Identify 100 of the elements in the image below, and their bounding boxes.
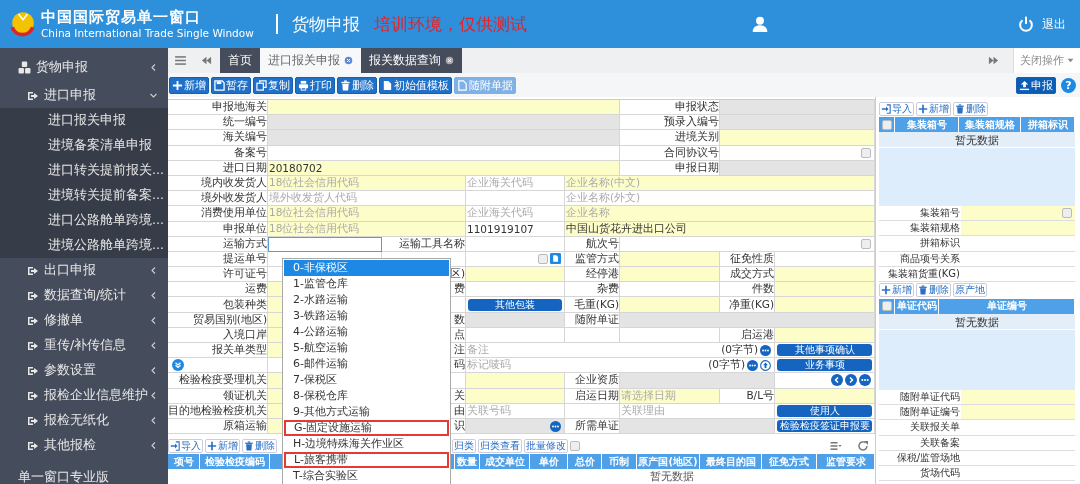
sign-in-icon [27,339,39,352]
tab[interactable]: 报关数据查询 [361,48,462,73]
toolbar-button[interactable]: 原产地 [953,283,987,298]
input-field[interactable] [620,267,720,283]
refresh-icon[interactable] [857,439,869,452]
input-field[interactable] [268,115,620,131]
input-field[interactable] [961,206,1075,221]
sidebar-item[interactable]: 进口申报 [0,83,168,108]
more-icon[interactable] [747,359,758,371]
sidebar-item[interactable]: 进口报关申报 [0,108,168,133]
close-operations-dropdown[interactable]: 关闭操作 [1013,48,1080,73]
checkbox[interactable] [861,238,871,249]
double-left-icon[interactable] [201,55,212,66]
toolbar-button[interactable]: 复制 [253,76,293,94]
toolbar-button[interactable]: 归类查看 [478,438,522,453]
sidebar-item[interactable]: 单一窗口专业版 [0,461,168,484]
input-field[interactable] [466,373,565,389]
dropdown-option[interactable]: H-边境特殊海关作业区 [284,436,449,452]
toolbar-button[interactable]: 删除 [337,76,377,94]
input-field[interactable] [775,267,875,283]
sidebar-item[interactable]: 修撤单 [0,308,168,333]
menu-icon[interactable] [174,54,187,67]
toolbar-button[interactable]: 新增 [205,438,240,453]
checkbox[interactable] [1062,208,1072,219]
input-field[interactable] [775,282,875,298]
sidebar-item[interactable]: 重传/补传信息 [0,333,168,358]
next-icon[interactable] [845,374,857,387]
expand-icon[interactable] [172,359,184,372]
help-button[interactable]: ? [1061,77,1076,93]
sidebar-item[interactable]: 货物申报 [0,51,168,83]
input-field[interactable] [466,267,565,283]
toolbar-button[interactable]: 导入 [879,101,914,116]
toolbar-button[interactable]: 打印 [295,76,335,94]
form-button[interactable]: 其他事项确认 [777,344,872,357]
toolbar-button[interactable]: 新增 [169,76,209,94]
sidebar-item[interactable]: 出口申报 [0,258,168,283]
logout-button[interactable]: 退出 [1018,15,1066,33]
input-field[interactable] [466,282,565,298]
more-icon[interactable] [550,420,561,432]
submit-button[interactable]: 申报 [1016,76,1056,94]
app-subtitle: China International Trade Single Window [41,27,254,40]
dropdown-option[interactable]: G-固定设施运输 [284,420,449,436]
input-field[interactable] [720,100,875,116]
tab[interactable]: 进口报关申报 [260,48,361,73]
toolbar-button[interactable]: 新增 [879,283,914,298]
dropdown-option[interactable]: T-综合实验区 [284,468,449,484]
sidebar-item[interactable]: 报检无纸化 [0,408,168,433]
form-button[interactable]: 使用人 [777,404,872,417]
toolbar-button[interactable]: 删除 [953,101,988,116]
input-field[interactable] [961,405,1075,420]
input-field[interactable] [620,282,720,298]
checkbox[interactable] [538,253,548,264]
form-button[interactable]: 检验检疫签证申报要 [777,420,872,433]
input-field[interactable] [620,297,720,313]
input-field[interactable] [620,373,775,389]
field-label: 货场代码 [919,465,961,480]
toolbar-button[interactable]: 初始值模板 [379,76,452,94]
dropdown-option[interactable]: L-旅客携带 [284,452,449,468]
input-field[interactable] [268,100,620,116]
dropdown-option[interactable]: 7-保税区 [284,372,449,388]
toolbar-button[interactable]: 新增 [916,101,951,116]
tab[interactable]: 首页 [220,48,260,73]
input-field[interactable] [720,115,875,131]
toolbar-button[interactable]: 删除 [242,438,277,453]
sidebar-item[interactable]: 进境公路舱单跨境... [0,233,168,258]
input-field[interactable]: 备注 (0字节) [466,343,775,359]
checkbox[interactable] [881,119,892,130]
close-icon[interactable] [445,56,454,65]
input-field[interactable] [720,130,875,146]
toolbar-button[interactable]: 归类 [452,438,476,453]
input-field[interactable] [961,221,1075,236]
more-icon[interactable] [859,374,871,387]
checkbox[interactable] [881,301,892,312]
previous-icon[interactable] [831,374,843,387]
sidebar-item[interactable]: 其他报检 [0,433,168,458]
sidebar-item[interactable]: 参数设置 [0,358,168,383]
field-label: 成交方式 [720,267,775,283]
form-button[interactable]: 业务事项 [777,359,872,372]
document-icon[interactable] [550,253,561,265]
form-button[interactable]: 其他包装 [468,298,562,311]
input-field[interactable] [268,130,620,146]
list-icon[interactable] [829,439,843,452]
sidebar-item[interactable]: 报检企业信息维护 [0,383,168,408]
double-right-icon[interactable] [988,55,999,66]
toolbar-button[interactable]: 导入 [168,438,203,453]
dropdown-option[interactable]: 0-非保税区 [284,260,449,276]
input-field[interactable] [775,297,875,313]
checkbox[interactable] [570,440,580,451]
more-icon[interactable] [760,344,771,356]
input-field[interactable]: 标记唛码 (0字节) [466,358,775,374]
sidebar-item[interactable]: 进境转关提前备案... [0,183,168,208]
sidebar-item[interactable]: 数据查询/统计 [0,283,168,308]
sidebar-item[interactable]: 进口转关提前报关... [0,158,168,183]
sidebar-item[interactable]: 进口公路舱单跨境... [0,208,168,233]
toolbar-button[interactable]: 暂存 [211,76,251,94]
upload-icon[interactable] [760,359,771,371]
toolbar-button[interactable]: 批量修改 [524,438,568,453]
checkbox[interactable] [861,147,871,158]
toolbar-button[interactable]: 删除 [916,283,951,298]
sidebar-item[interactable]: 进境备案清单申报 [0,133,168,158]
